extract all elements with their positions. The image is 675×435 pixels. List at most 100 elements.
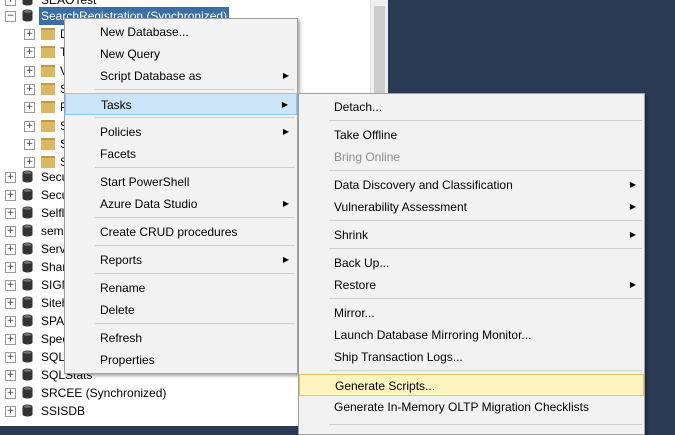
menu-item-label: Restore [334, 278, 377, 292]
submenu-arrow-icon: ▶ [629, 280, 636, 289]
tasks-menu-item[interactable]: Shrink ▶ [299, 224, 644, 246]
scrollbar-thumb[interactable] [374, 6, 385, 98]
menu-item-label: Policies [100, 125, 142, 139]
menu-item-label: Facets [100, 147, 137, 161]
context-menu-item[interactable]: Azure Data Studio ▶ [65, 193, 297, 215]
collapse-icon[interactable]: − [5, 11, 16, 22]
menu-item-label: Take Offline [334, 128, 398, 142]
tasks-menu-item: Bring Online [299, 146, 644, 168]
database-icon [22, 368, 33, 381]
context-menu-item[interactable]: Reports ▶ [65, 249, 297, 271]
menu-item-label: Mirror... [334, 306, 375, 320]
context-menu-item[interactable]: Script Database as ▶ [65, 65, 297, 87]
menu-separator [329, 120, 642, 121]
submenu-arrow-icon: ▶ [629, 202, 636, 211]
expand-icon[interactable]: + [24, 65, 35, 77]
menu-item-label: Delete [100, 303, 135, 317]
menu-item-label: Start PowerShell [100, 175, 190, 189]
tasks-menu-item[interactable]: Generate In-Memory OLTP Migration Checkl… [299, 396, 644, 418]
database-label: SPA [41, 314, 65, 328]
expand-icon[interactable]: + [5, 352, 16, 363]
database-icon [22, 314, 33, 327]
database-label: SRCEE (Synchronized) [41, 386, 167, 400]
expand-icon[interactable]: + [24, 102, 35, 114]
submenu-arrow-icon: ▶ [629, 230, 636, 239]
database-icon [22, 332, 33, 345]
menu-item-label: Launch Database Mirroring Monitor... [334, 328, 532, 342]
tasks-menu-item[interactable]: Mirror... [299, 302, 644, 324]
menu-item-label: Bring Online [334, 150, 401, 164]
menu-separator [95, 89, 295, 90]
expand-icon[interactable]: + [24, 47, 35, 59]
submenu-arrow-icon: ▶ [281, 100, 288, 109]
database-label: Selfl [41, 206, 65, 220]
menu-item-label: Data Discovery and Classification [334, 178, 513, 192]
database-label: sem [41, 224, 64, 238]
context-menu-item[interactable]: Start PowerShell [65, 171, 297, 193]
expand-icon[interactable]: + [5, 172, 16, 183]
menu-separator [329, 248, 642, 249]
menu-separator [329, 424, 642, 425]
context-menu-item[interactable]: Facets [65, 143, 297, 165]
context-menu-item[interactable]: Policies ▶ [65, 121, 297, 143]
context-menu-item[interactable]: Refresh [65, 327, 297, 349]
expand-icon[interactable]: + [24, 157, 35, 169]
tasks-menu-item[interactable]: Vulnerability Assessment ▶ [299, 196, 644, 218]
database-icon [22, 260, 33, 273]
expand-icon[interactable]: + [5, 226, 16, 237]
expand-icon[interactable]: + [5, 388, 16, 399]
folder-icon [41, 28, 55, 40]
tasks-menu-item[interactable]: Ship Transaction Logs... [299, 346, 644, 368]
database-icon [22, 170, 33, 183]
context-menu-item[interactable]: Properties [65, 349, 297, 371]
database-icon [22, 386, 33, 399]
expand-icon[interactable]: + [5, 298, 16, 309]
folder-icon [41, 64, 55, 77]
menu-item-label: New Query [100, 47, 161, 61]
tasks-menu-item[interactable]: Detach... [299, 96, 644, 118]
expand-icon[interactable]: + [24, 138, 35, 150]
submenu-arrow-icon: ▶ [282, 199, 289, 208]
database-icon [22, 9, 33, 22]
submenu-arrow-icon: ▶ [282, 127, 289, 136]
menu-item-label: Script Database as [100, 69, 202, 83]
expand-icon[interactable]: + [5, 370, 16, 381]
tasks-menu-item[interactable]: Data Discovery and Classification ▶ [299, 174, 644, 196]
expand-icon[interactable]: + [5, 208, 16, 219]
context-menu-item[interactable]: New Query [65, 43, 297, 65]
expand-icon[interactable]: + [5, 280, 16, 291]
database-icon [22, 296, 33, 309]
expand-icon[interactable]: + [24, 83, 35, 95]
folder-icon [41, 137, 55, 150]
expand-icon[interactable]: + [5, 244, 16, 255]
expand-icon[interactable]: + [5, 406, 16, 417]
menu-item-label: Back Up... [334, 256, 390, 270]
context-menu-item[interactable]: Rename [65, 277, 297, 299]
expand-icon[interactable]: + [24, 120, 35, 132]
context-menu-item[interactable]: New Database... [65, 21, 297, 43]
context-menu-item[interactable]: Delete [65, 299, 297, 321]
context-menu-item[interactable]: Tasks ▶ [65, 93, 297, 115]
database-icon [22, 404, 33, 417]
tasks-menu-item[interactable]: Launch Database Mirroring Monitor... [299, 324, 644, 346]
menu-item-label: Create CRUD procedures [100, 225, 238, 239]
expand-icon[interactable]: + [5, 0, 16, 6]
menu-separator [329, 220, 642, 221]
menu-separator [95, 217, 295, 218]
database-label: SSISDB [41, 404, 86, 418]
menu-item-label: Generate In-Memory OLTP Migration Checkl… [334, 400, 589, 414]
expand-icon[interactable]: + [5, 190, 16, 201]
submenu-arrow-icon: ▶ [282, 71, 289, 80]
menu-item-label: Shrink [334, 228, 369, 242]
database-label: Serv [41, 242, 66, 256]
expand-icon[interactable]: + [5, 316, 16, 327]
tasks-menu-item[interactable]: Restore ▶ [299, 274, 644, 296]
tasks-menu-item[interactable]: Take Offline [299, 124, 644, 146]
expand-icon[interactable]: + [24, 29, 35, 40]
expand-icon[interactable]: + [5, 262, 16, 273]
context-menu-item[interactable]: Create CRUD procedures [65, 221, 297, 243]
tasks-menu-item[interactable]: Back Up... [299, 252, 644, 274]
menu-item-label: Generate Scripts... [335, 379, 436, 393]
expand-icon[interactable]: + [5, 334, 16, 345]
tasks-menu-item[interactable]: Generate Scripts... [299, 374, 644, 396]
